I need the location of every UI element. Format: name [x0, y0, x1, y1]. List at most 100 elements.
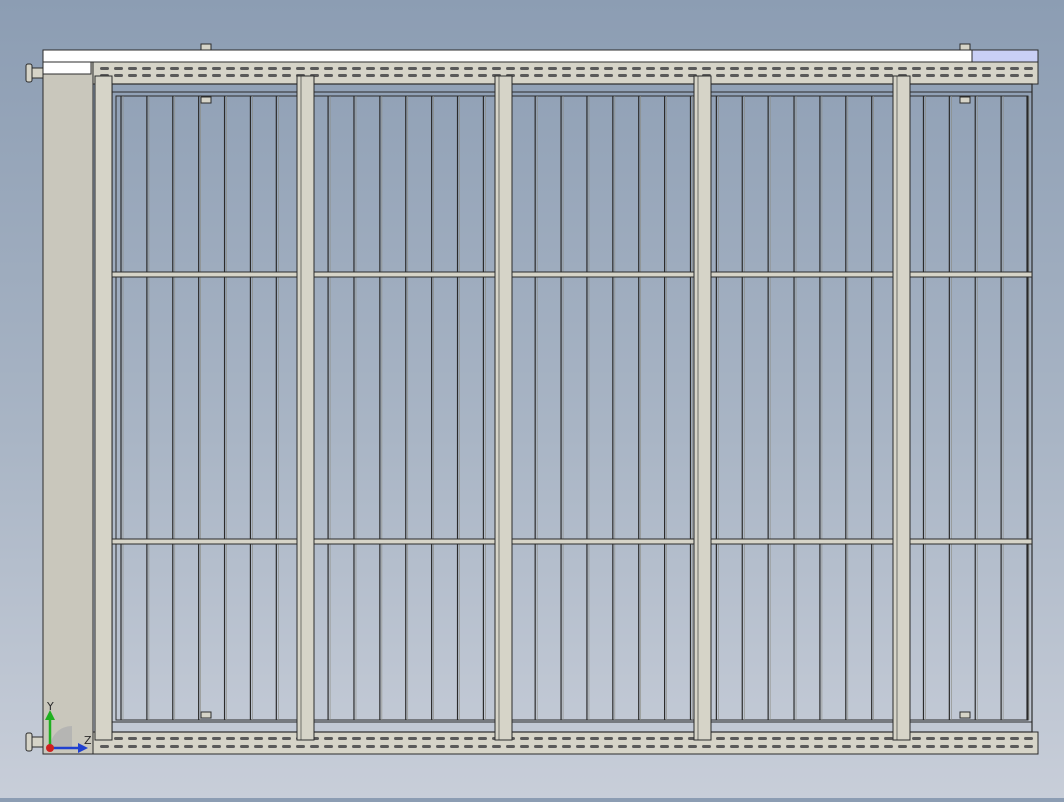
- rail-slot: [772, 67, 781, 70]
- rail-slot: [926, 737, 935, 740]
- rail-slot: [730, 737, 739, 740]
- rail-slot: [296, 67, 305, 70]
- rail-slot: [184, 74, 193, 77]
- rail-slot: [282, 67, 291, 70]
- rail-slot: [828, 67, 837, 70]
- bolt-lower-right: [959, 711, 971, 719]
- rail-slot: [520, 737, 529, 740]
- rail-slot: [870, 745, 879, 748]
- rail-slot: [688, 745, 697, 748]
- bolts: [200, 43, 971, 719]
- rail-slot: [702, 67, 711, 70]
- rail-slot: [226, 74, 235, 77]
- rail-slot: [394, 67, 403, 70]
- rail-slot: [800, 67, 809, 70]
- rail-slot: [730, 745, 739, 748]
- rail-slot: [674, 745, 683, 748]
- rail-slot: [996, 67, 1005, 70]
- rail-slot: [324, 74, 333, 77]
- rail-slot: [814, 67, 823, 70]
- rail-slot: [926, 74, 935, 77]
- rail-slot: [268, 67, 277, 70]
- rail-slot: [940, 74, 949, 77]
- rail-slot: [366, 67, 375, 70]
- rail-slot: [926, 745, 935, 748]
- rail-slot: [548, 74, 557, 77]
- cad-viewport[interactable]: Y Z: [0, 0, 1064, 798]
- rail-slot: [968, 745, 977, 748]
- rail-slot: [576, 74, 585, 77]
- bolt-top-right: [959, 43, 971, 51]
- rail-slot: [408, 745, 417, 748]
- rail-slot: [926, 67, 935, 70]
- vertical-post: [693, 75, 712, 741]
- rail-slot: [912, 67, 921, 70]
- rail-slot: [114, 737, 123, 740]
- rail-slot: [114, 67, 123, 70]
- rail-slot: [674, 67, 683, 70]
- rail-slot: [254, 67, 263, 70]
- rail-slot: [548, 67, 557, 70]
- rail-slot: [394, 745, 403, 748]
- rail-slot: [212, 737, 221, 740]
- rail-slot: [128, 737, 137, 740]
- rail-slot: [156, 745, 165, 748]
- rail-slot: [142, 74, 151, 77]
- rail-slot: [198, 67, 207, 70]
- rail-slot: [324, 737, 333, 740]
- rail-slot: [534, 745, 543, 748]
- rail-slot: [548, 745, 557, 748]
- rail-slot: [772, 745, 781, 748]
- vertical-post: [494, 75, 513, 741]
- rail-slot: [660, 67, 669, 70]
- rail-slot: [198, 737, 207, 740]
- rail-slot: [744, 737, 753, 740]
- rail-slot: [562, 67, 571, 70]
- rail-slot: [478, 67, 487, 70]
- rail-slot: [436, 74, 445, 77]
- rail-slot: [758, 74, 767, 77]
- rail-slot: [842, 745, 851, 748]
- rail-slot: [464, 737, 473, 740]
- rail-slot: [870, 74, 879, 77]
- rail-slot: [800, 737, 809, 740]
- rail-slot: [632, 745, 641, 748]
- z-axis-label: Z: [84, 734, 92, 747]
- rail-slot: [380, 74, 389, 77]
- rail-slot: [996, 745, 1005, 748]
- rail-slot: [688, 67, 697, 70]
- rail-slot: [590, 737, 599, 740]
- rail-slot: [142, 745, 151, 748]
- rail-slot: [338, 74, 347, 77]
- rail-slot: [198, 745, 207, 748]
- rail-slot: [296, 745, 305, 748]
- rail-slot: [954, 67, 963, 70]
- top-cover-strip: [42, 49, 1039, 63]
- rail-slot: [856, 67, 865, 70]
- vertical-post: [892, 75, 911, 741]
- rail-slot: [212, 67, 221, 70]
- rail-slot: [730, 67, 739, 70]
- rail-slot: [716, 74, 725, 77]
- rail-slot: [884, 74, 893, 77]
- bolt-upper-left: [200, 96, 212, 104]
- rail-slot: [506, 745, 515, 748]
- rail-slot: [968, 737, 977, 740]
- rail-slot: [996, 737, 1005, 740]
- rail-slot: [604, 74, 613, 77]
- rail-slot: [226, 737, 235, 740]
- rail-slot: [674, 737, 683, 740]
- rail-slot: [954, 74, 963, 77]
- cage-model-drawing[interactable]: Y Z: [0, 0, 1064, 798]
- bolt-top-left: [200, 43, 212, 51]
- rail-slot: [800, 74, 809, 77]
- rail-slot: [1010, 737, 1019, 740]
- rail-slot: [506, 67, 515, 70]
- rail-slot: [618, 67, 627, 70]
- rail-slot: [450, 74, 459, 77]
- rail-slot: [660, 74, 669, 77]
- rail-slot: [436, 67, 445, 70]
- vertical-post: [296, 75, 315, 741]
- rail-slot: [352, 737, 361, 740]
- rail-slot: [772, 74, 781, 77]
